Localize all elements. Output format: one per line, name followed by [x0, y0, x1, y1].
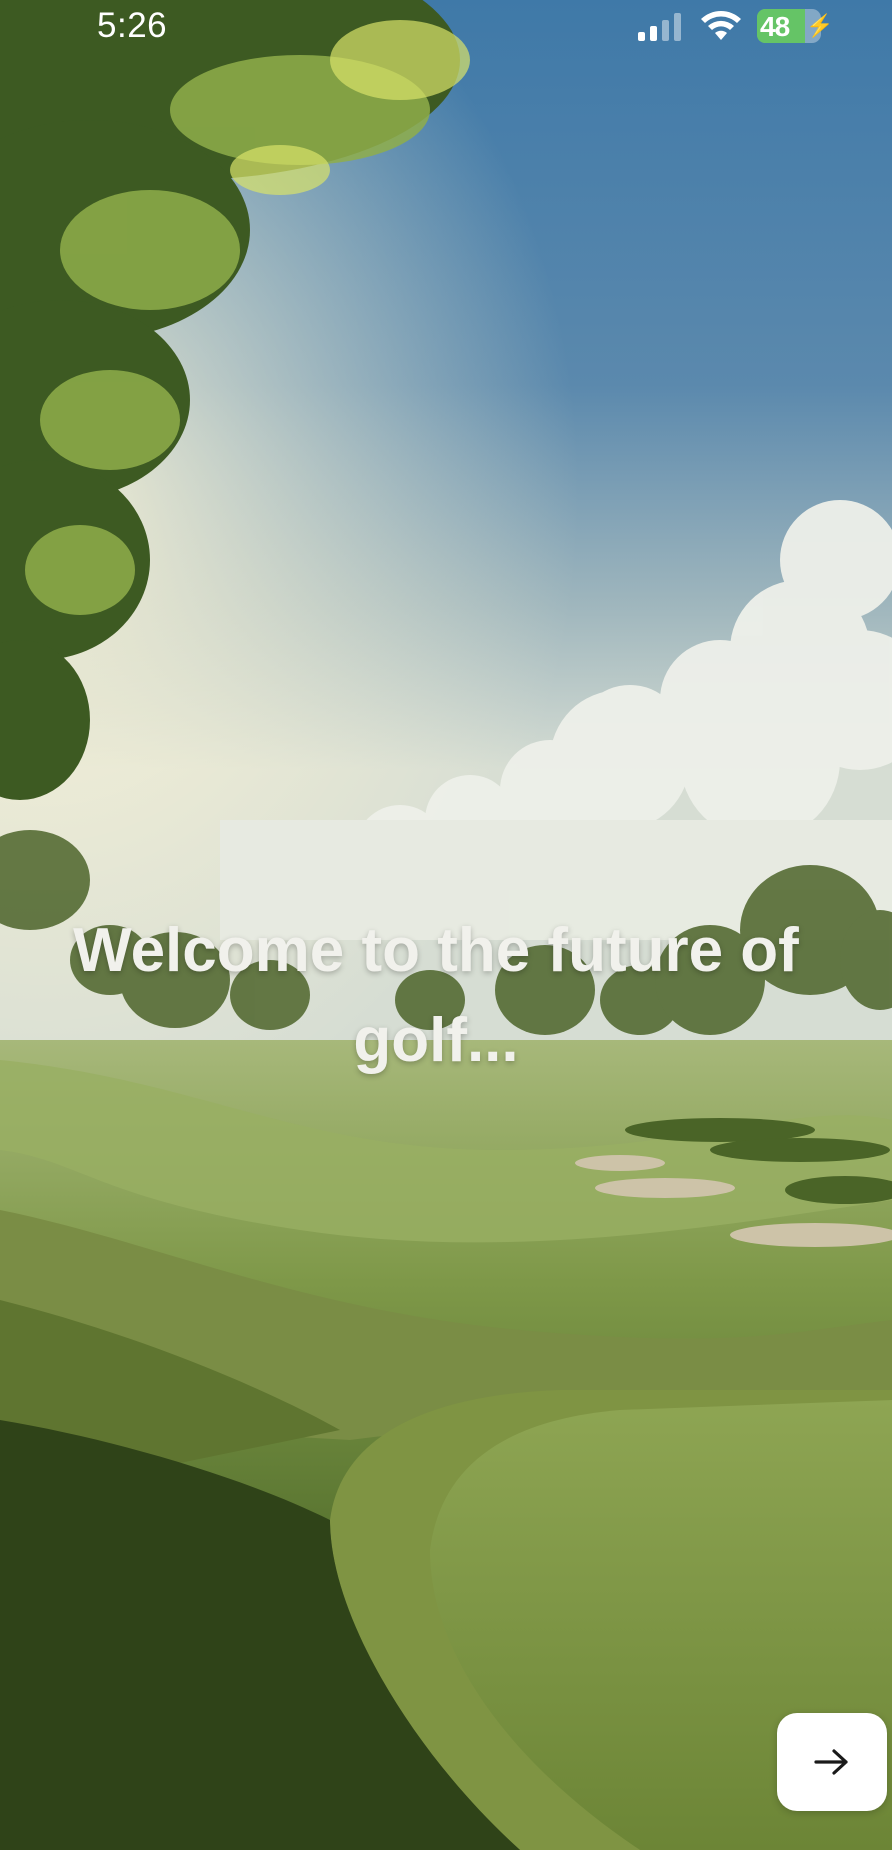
wifi-icon	[701, 10, 741, 40]
next-button[interactable]	[777, 1713, 887, 1811]
battery-level-text: 48	[760, 11, 790, 42]
welcome-title: Welcome to the future of golf...	[73, 916, 799, 1075]
battery-charging-icon: 48 ⚡	[757, 9, 833, 43]
status-time: 5:26	[97, 6, 168, 45]
status-bar: 5:26 48 ⚡	[0, 0, 892, 56]
arrow-right-icon	[814, 1749, 848, 1775]
cellular-signal-icon	[638, 13, 681, 41]
charging-bolt-icon: ⚡	[806, 13, 834, 38]
onboarding-screen: 5:26 48 ⚡ Welcome to the future of golf.…	[0, 0, 892, 1850]
